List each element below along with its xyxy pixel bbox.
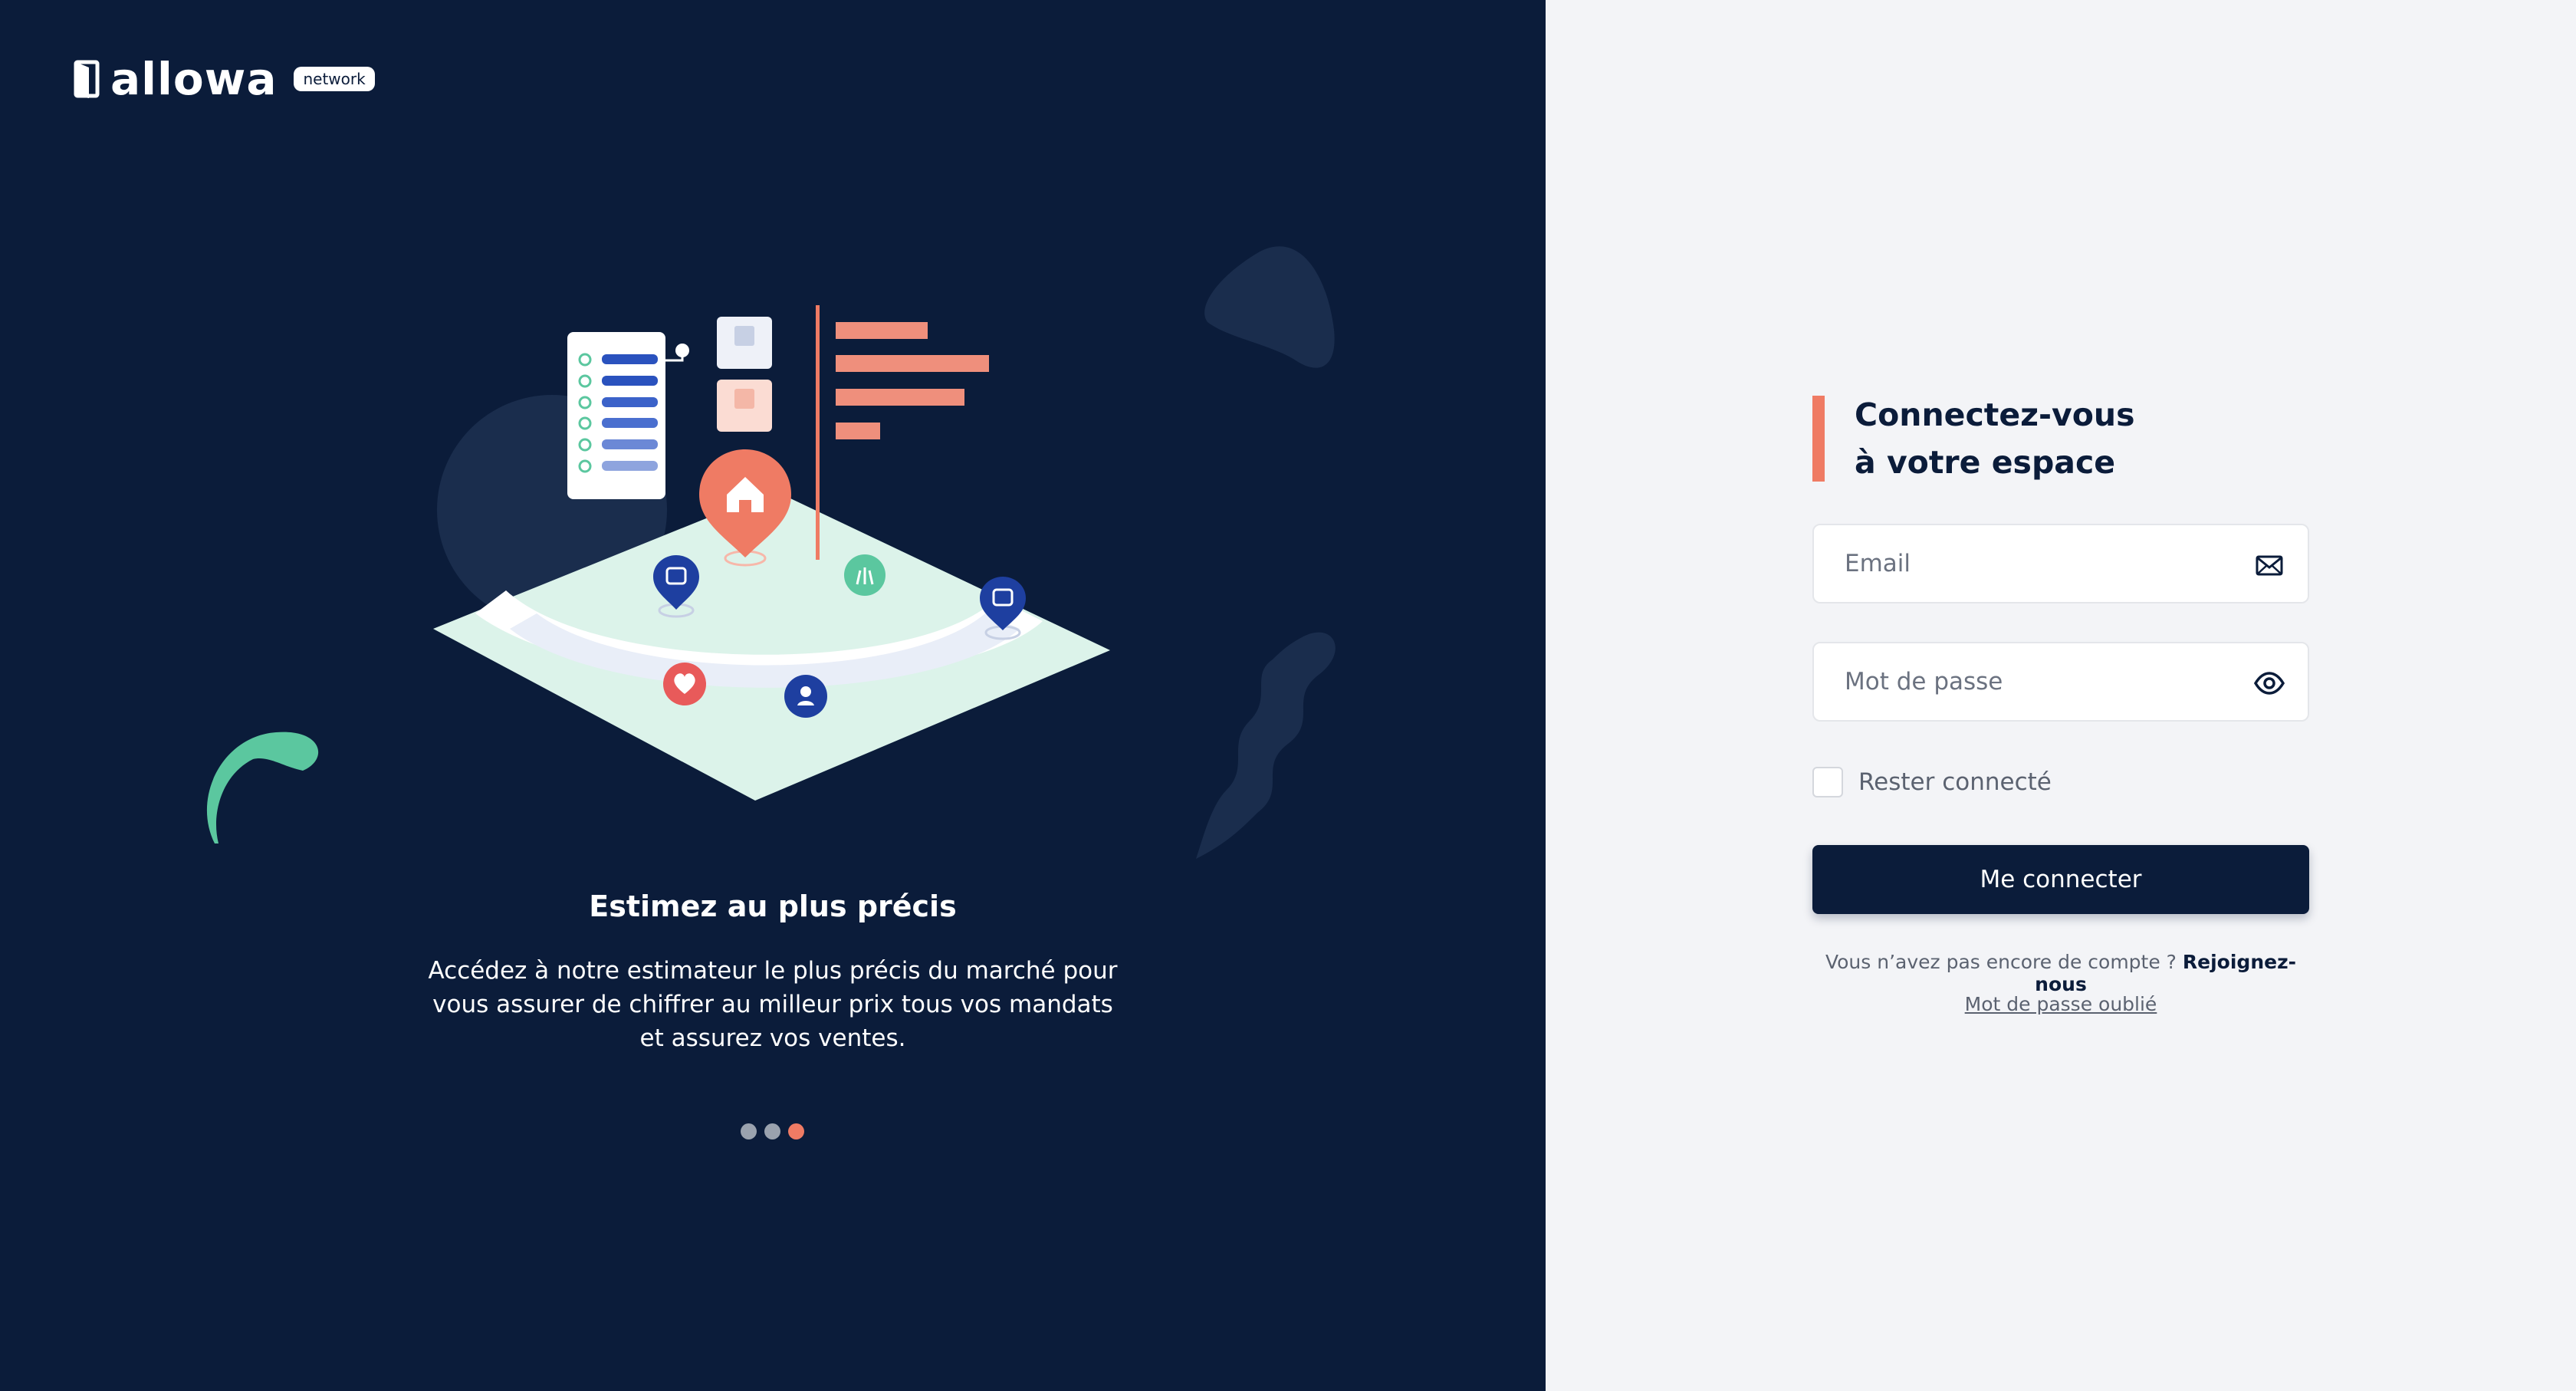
eye-icon[interactable] [2252,666,2286,700]
email-field[interactable] [1812,524,2309,603]
decorative-blob-top [1204,246,1335,368]
envelope-icon [2256,555,2283,576]
login-heading-line1: Connectez-vous [1855,396,2135,433]
heading-accent-bar [1812,396,1825,482]
login-heading-line2: à votre espace [1855,444,2116,481]
slide-description: Accédez à notre estimateur le plus préci… [428,957,1118,1052]
remember-label: Rester connecté [1858,768,2052,796]
onboarding-panel: allowa network Estimez au plus précis Ac… [0,0,1546,1391]
email-input[interactable] [1843,549,2245,578]
decorative-squiggle [1196,632,1336,859]
carousel-dot-3[interactable] [788,1123,804,1139]
signup-prompt-text: Vous n’avez pas encore de compte ? [1825,951,2177,973]
decorative-mint-swirl [206,732,319,843]
remember-me[interactable]: Rester connecté [1812,767,2052,797]
login-panel: Connectez-vous à votre espace Rester con… [1546,0,2576,1391]
remember-checkbox[interactable] [1812,767,1843,797]
carousel-dot-2[interactable] [764,1123,780,1139]
carousel-dot-1[interactable] [741,1123,757,1139]
slide-title: Estimez au plus précis [589,890,957,923]
flag-pole [816,305,820,560]
carousel-pagination [741,1123,804,1139]
estimation-illustration [206,246,1336,859]
login-heading: Connectez-vous à votre espace [1855,391,2135,486]
password-input[interactable] [1843,667,2245,696]
forgot-password-link[interactable]: Mot de passe oublié [1812,993,2309,1015]
signup-prompt: Vous n’avez pas encore de compte ? Rejoi… [1812,951,2309,995]
password-field[interactable] [1812,642,2309,722]
login-button[interactable]: Me connecter [1812,845,2309,914]
